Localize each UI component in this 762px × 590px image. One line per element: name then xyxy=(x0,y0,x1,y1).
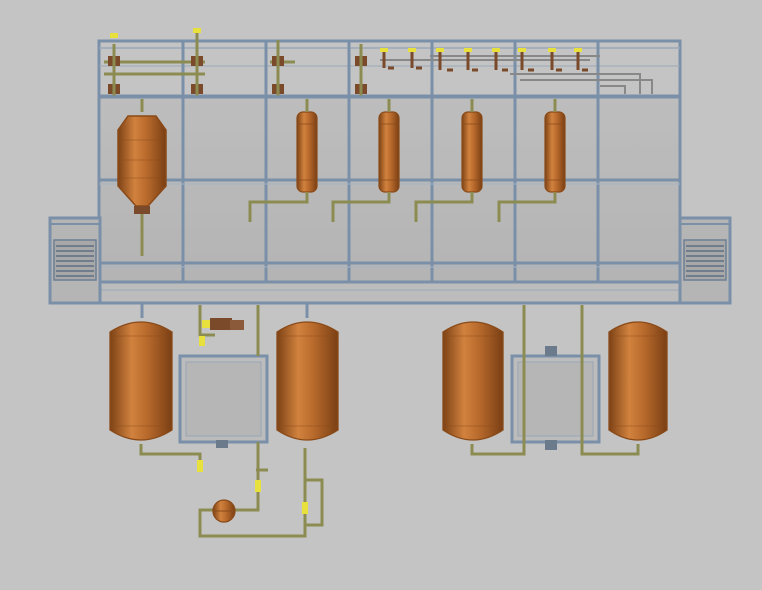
process-plant-diagram xyxy=(48,28,732,538)
bottom-tank-4 xyxy=(608,321,668,441)
pump xyxy=(212,499,236,523)
bottom-tank-1 xyxy=(109,303,173,441)
bottom-tank-2 xyxy=(276,303,339,441)
left-stair xyxy=(48,216,102,305)
right-stair xyxy=(678,216,732,305)
cabinet-1 xyxy=(178,354,269,448)
bottom-tank-3 xyxy=(442,321,504,441)
